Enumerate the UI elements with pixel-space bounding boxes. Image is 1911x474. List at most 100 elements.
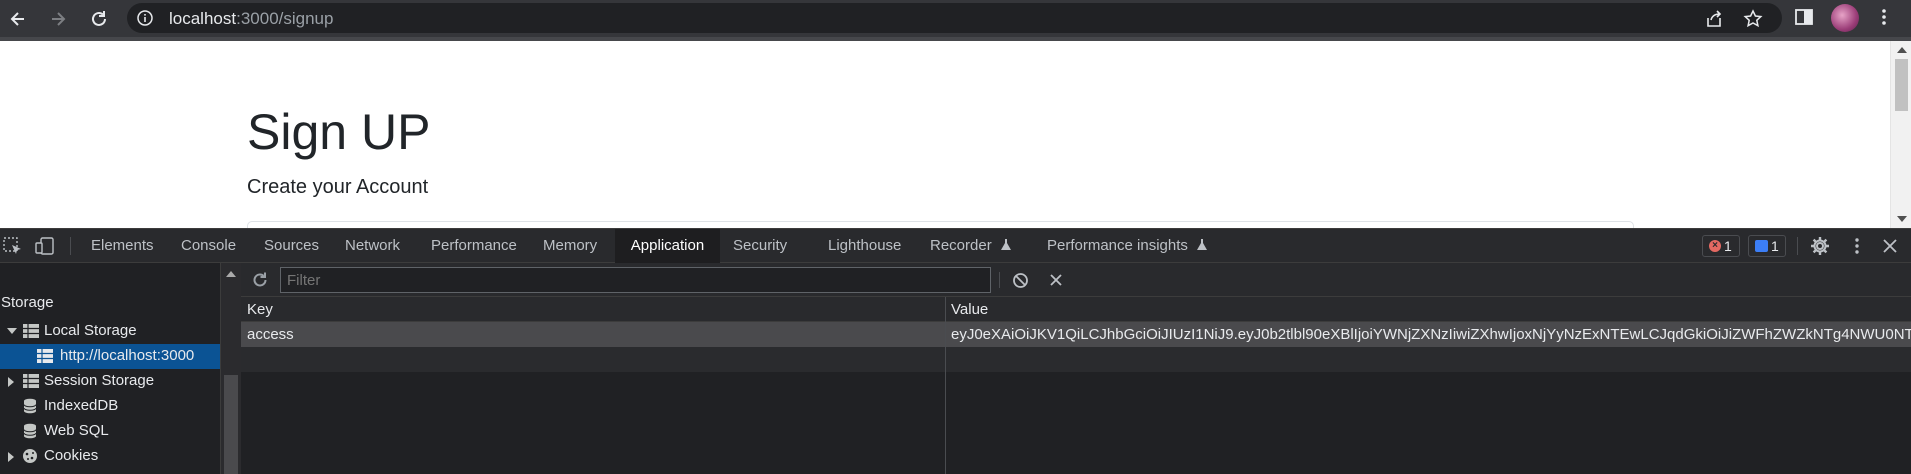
message-count-badge[interactable]: 1	[1748, 235, 1786, 257]
scrollbar-thumb[interactable]	[224, 375, 238, 474]
bookmark-star-icon[interactable]	[1743, 9, 1763, 29]
tab-label: Console	[181, 237, 237, 254]
storage-toolbar	[241, 263, 1911, 297]
sidebar-item-label: Web SQL	[44, 422, 109, 439]
sidebar-item-localhost-3000[interactable]: http://localhost:3000	[0, 344, 220, 369]
inspect-element-icon[interactable]	[3, 237, 23, 255]
grid-icon	[23, 324, 39, 338]
back-button[interactable]	[3, 4, 33, 34]
page-viewport: Sign UP Create your Account	[0, 41, 1911, 228]
flask-icon	[1197, 239, 1208, 250]
sidebar-item-label: Cookies	[44, 447, 99, 464]
tab-performance-insights[interactable]: Performance insights	[1047, 229, 1208, 263]
side-panel-icon[interactable]	[1793, 6, 1815, 28]
page-subtitle: Create your Account	[247, 176, 429, 198]
toolbar-separator	[999, 272, 1000, 288]
sidebar-item-indexeddb[interactable]: IndexedDB	[0, 394, 220, 419]
reload-icon	[92, 11, 106, 26]
tab-lighthouse[interactable]: Lighthouse	[828, 229, 901, 263]
more-vert-icon[interactable]	[1873, 6, 1895, 28]
sidebar-item-web-sql[interactable]: Web SQL	[0, 419, 220, 444]
tab-label: Elements	[91, 237, 154, 254]
devtools-tab-bar: Elements Console Sources Network Perform…	[0, 228, 1911, 263]
sidebar-item-session-storage[interactable]: Session Storage	[0, 369, 220, 394]
table-body	[241, 372, 1911, 474]
database-icon	[23, 423, 37, 439]
arrow-right-icon	[52, 12, 66, 26]
tab-label: Application	[630, 237, 705, 254]
cell-value: eyJ0eXAiOiJKV1QiLCJhbGciOiJIUzI1NiJ9.eyJ…	[951, 326, 1911, 343]
device-toolbar-icon[interactable]	[35, 236, 55, 256]
signup-form-card	[247, 221, 1634, 228]
more-vert-icon[interactable]	[1847, 236, 1867, 256]
info-icon[interactable]	[137, 10, 153, 26]
tab-elements[interactable]: Elements	[91, 229, 154, 263]
tab-application[interactable]: Application	[615, 229, 720, 263]
profile-avatar[interactable]	[1831, 4, 1859, 32]
grid-icon	[37, 349, 53, 363]
tab-label: Sources	[264, 237, 320, 254]
application-sidebar: Storage Local Storage http://localhost:3…	[0, 263, 220, 474]
tab-separator	[70, 237, 71, 255]
table-header: Key Value	[241, 297, 1911, 322]
tab-label: Security	[733, 237, 788, 254]
delete-selected-icon[interactable]	[1049, 273, 1063, 287]
cookie-icon	[23, 449, 37, 463]
page-title: Sign UP	[247, 104, 431, 160]
tab-memory[interactable]: Memory	[543, 229, 597, 263]
tab-separator	[1797, 237, 1798, 255]
column-header-key[interactable]: Key	[247, 301, 273, 318]
table-row-empty[interactable]	[241, 347, 1911, 372]
cell-key: access	[247, 326, 294, 343]
sidebar-item-cookies[interactable]: Cookies	[0, 444, 220, 469]
sidebar-item-local-storage[interactable]: Local Storage	[0, 319, 220, 344]
sidebar-item-label: Session Storage	[44, 372, 155, 389]
url-path: :3000/signup	[236, 9, 334, 28]
tab-label: Network	[345, 237, 401, 254]
tab-security[interactable]: Security	[733, 229, 787, 263]
error-icon: ×	[1709, 240, 1721, 253]
browser-toolbar: localhost:3000/signup	[0, 0, 1911, 37]
close-icon[interactable]	[1881, 237, 1899, 255]
address-bar[interactable]: localhost:3000/signup	[127, 3, 1782, 33]
arrow-left-icon	[10, 12, 24, 26]
tab-recorder[interactable]: Recorder	[930, 229, 1012, 263]
database-icon	[23, 398, 37, 414]
tab-performance[interactable]: Performance	[431, 229, 517, 263]
sidebar-scrollbar[interactable]	[220, 263, 241, 474]
column-header-value[interactable]: Value	[951, 301, 988, 318]
error-count: 1	[1724, 238, 1732, 254]
settings-gear-icon[interactable]	[1810, 236, 1830, 256]
tab-console[interactable]: Console	[181, 229, 236, 263]
url-host: localhost	[169, 9, 237, 28]
expand-triangle-icon[interactable]	[8, 377, 14, 387]
scroll-down-icon[interactable]	[1897, 216, 1907, 222]
scroll-up-icon[interactable]	[226, 271, 236, 277]
storage-heading: Storage	[1, 294, 54, 311]
refresh-icon[interactable]	[251, 271, 269, 289]
share-icon[interactable]	[1704, 9, 1724, 29]
error-count-badge[interactable]: × 1	[1702, 235, 1740, 257]
page-scrollbar[interactable]	[1890, 41, 1911, 228]
tab-label: Lighthouse	[828, 237, 902, 254]
tab-network[interactable]: Network	[345, 229, 400, 263]
forward-button[interactable]	[43, 4, 73, 34]
expand-triangle-icon[interactable]	[8, 452, 14, 462]
message-count: 1	[1771, 238, 1779, 254]
reload-button[interactable]	[84, 4, 114, 34]
flask-icon	[1000, 239, 1011, 250]
message-icon	[1755, 240, 1768, 253]
table-row[interactable]: access eyJ0eXAiOiJKV1QiLCJhbGciOiJIUzI1N…	[241, 322, 1911, 347]
scroll-up-icon[interactable]	[1897, 47, 1907, 53]
sidebar-item-label: IndexedDB	[44, 397, 119, 414]
scrollbar-thumb[interactable]	[1895, 59, 1908, 111]
tab-sources[interactable]: Sources	[264, 229, 319, 263]
filter-input[interactable]	[280, 267, 991, 293]
sidebar-item-label: Local Storage	[44, 322, 137, 339]
column-divider[interactable]	[945, 297, 946, 474]
clear-all-icon[interactable]	[1012, 272, 1029, 289]
url-text: localhost:3000/signup	[169, 9, 333, 29]
expand-triangle-icon[interactable]	[7, 328, 17, 334]
grid-icon	[23, 374, 39, 388]
sidebar-item-label: http://localhost:3000	[60, 347, 195, 364]
